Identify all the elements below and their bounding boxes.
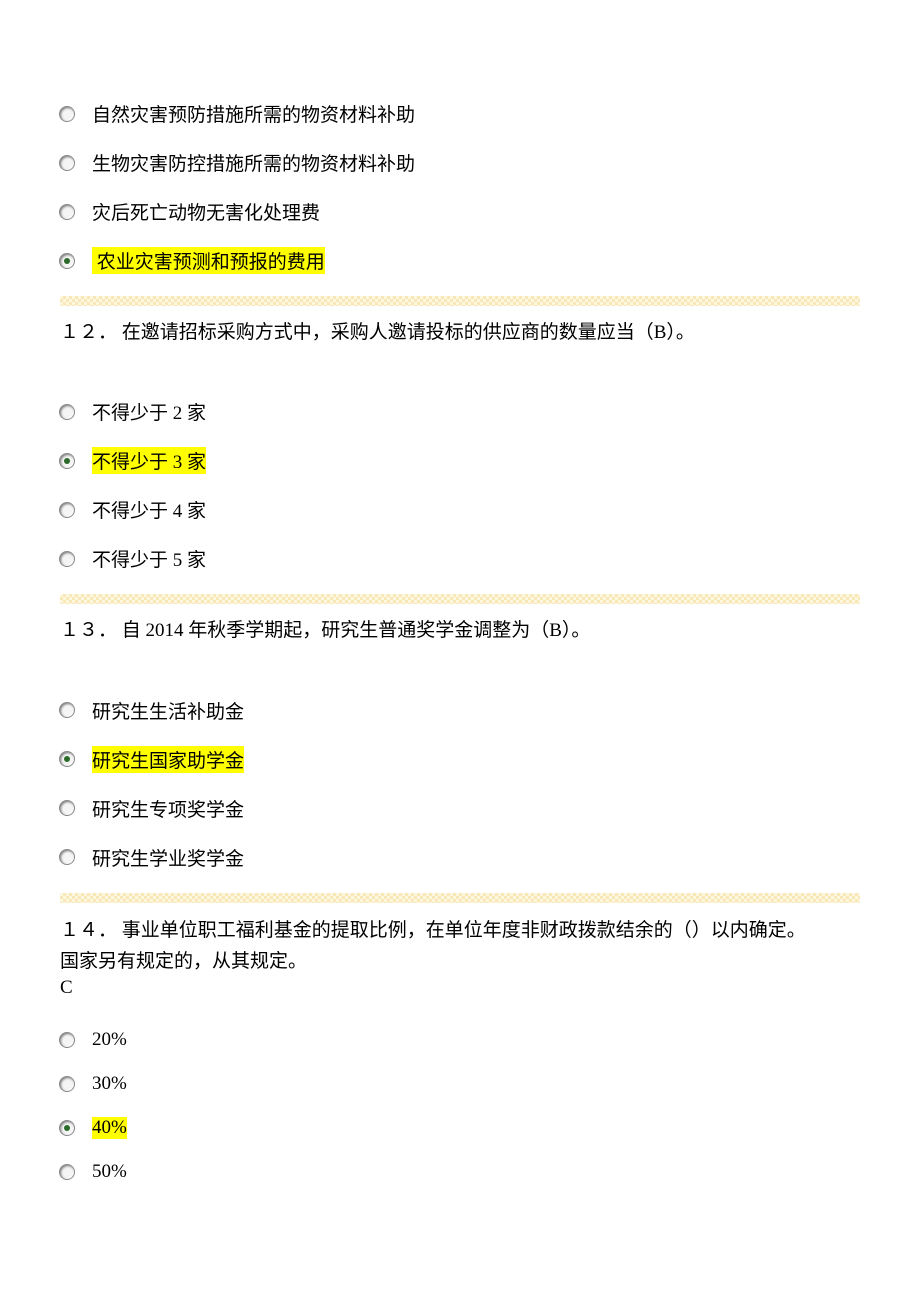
option-row[interactable]: 不得少于 5 家 (60, 545, 860, 572)
question-12-text: １２． 在邀请招标采购方式中，采购人邀请投标的供应商的数量应当（B）。 (60, 318, 860, 348)
option-label: 研究生专项奖学金 (92, 795, 244, 822)
option-row[interactable]: 灾后死亡动物无害化处理费 (60, 198, 860, 225)
option-label: 自然灾害预防措施所需的物资材料补助 (92, 100, 415, 127)
option-row[interactable]: 不得少于 2 家 (60, 398, 860, 425)
option-row[interactable]: 20% (60, 1029, 860, 1051)
radio-icon (60, 801, 74, 815)
section-divider (60, 594, 860, 604)
option-label: 40% (92, 1117, 127, 1139)
option-row[interactable]: 自然灾害预防措施所需的物资材料补助 (60, 100, 860, 127)
question-13-text: １３． 自 2014 年秋季学期起，研究生普通奖学金调整为（B）。 (60, 616, 860, 646)
option-label: 不得少于 4 家 (92, 496, 206, 523)
question-14-options: 20% 30% 40% 50% (60, 1029, 860, 1183)
option-label: 不得少于 3 家 (92, 447, 206, 474)
option-row[interactable]: 研究生专项奖学金 (60, 795, 860, 822)
radio-icon (60, 107, 74, 121)
option-label: 研究生国家助学金 (92, 746, 244, 773)
option-row[interactable]: 农业灾害预测和预报的费用 (60, 247, 860, 274)
radio-icon (60, 1121, 74, 1135)
option-label: 农业灾害预测和预报的费用 (92, 247, 325, 274)
radio-icon (60, 552, 74, 566)
option-row[interactable]: 50% (60, 1161, 860, 1183)
radio-icon (60, 1033, 74, 1047)
section-divider (60, 296, 860, 306)
option-label: 生物灾害防控措施所需的物资材料补助 (92, 149, 415, 176)
radio-icon (60, 850, 74, 864)
question-14-answer-key: C (60, 977, 860, 999)
option-label: 研究生学业奖学金 (92, 844, 244, 871)
option-row[interactable]: 30% (60, 1073, 860, 1095)
option-label: 不得少于 5 家 (92, 545, 206, 572)
question-14-line2: 国家另有规定的，从其规定。 (60, 946, 860, 973)
option-row[interactable]: 不得少于 4 家 (60, 496, 860, 523)
question-14-text: １４． 事业单位职工福利基金的提取比例，在单位年度非财政拨款结余的（）以内确定。 (60, 915, 860, 942)
radio-icon (60, 454, 74, 468)
option-row[interactable]: 研究生学业奖学金 (60, 844, 860, 871)
radio-icon (60, 1077, 74, 1091)
option-row[interactable]: 40% (60, 1117, 860, 1139)
question-12-options: 不得少于 2 家 不得少于 3 家 不得少于 4 家 不得少于 5 家 (60, 398, 860, 572)
option-row[interactable]: 不得少于 3 家 (60, 447, 860, 474)
radio-icon (60, 205, 74, 219)
question-13-options: 研究生生活补助金 研究生国家助学金 研究生专项奖学金 研究生学业奖学金 (60, 697, 860, 871)
section-divider (60, 893, 860, 903)
option-label: 灾后死亡动物无害化处理费 (92, 198, 320, 225)
option-row[interactable]: 研究生国家助学金 (60, 746, 860, 773)
option-label: 20% (92, 1029, 127, 1051)
radio-icon (60, 503, 74, 517)
option-row[interactable]: 研究生生活补助金 (60, 697, 860, 724)
radio-icon (60, 254, 74, 268)
radio-icon (60, 405, 74, 419)
option-label: 不得少于 2 家 (92, 398, 206, 425)
option-label: 研究生生活补助金 (92, 697, 244, 724)
radio-icon (60, 703, 74, 717)
question-11-options: 自然灾害预防措施所需的物资材料补助 生物灾害防控措施所需的物资材料补助 灾后死亡… (60, 100, 860, 274)
option-label: 50% (92, 1161, 127, 1183)
radio-icon (60, 156, 74, 170)
option-label: 30% (92, 1073, 127, 1095)
option-row[interactable]: 生物灾害防控措施所需的物资材料补助 (60, 149, 860, 176)
radio-icon (60, 752, 74, 766)
radio-icon (60, 1165, 74, 1179)
